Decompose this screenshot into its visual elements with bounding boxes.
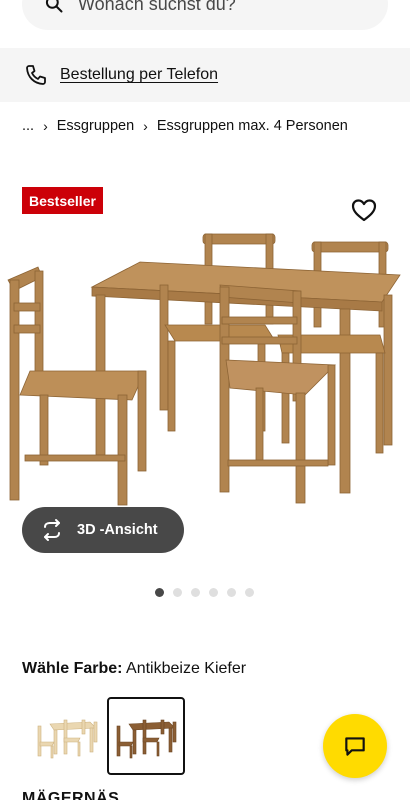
carousel-dot-2[interactable] xyxy=(173,588,182,597)
view-3d-label: 3D -Ansicht xyxy=(77,522,158,538)
breadcrumb-ellipsis[interactable]: ... xyxy=(22,118,34,134)
color-swatch-white-stain[interactable] xyxy=(28,697,106,775)
view-3d-button[interactable]: 3D -Ansicht xyxy=(22,507,184,553)
carousel-dot-3[interactable] xyxy=(191,588,200,597)
image-carousel-dots xyxy=(155,588,254,597)
color-swatch-antique-stain[interactable] xyxy=(107,697,185,775)
color-label-title: Wähle Farbe: xyxy=(22,660,123,677)
phone-icon xyxy=(26,65,46,85)
chat-icon xyxy=(345,737,365,756)
swatch-image xyxy=(116,719,177,759)
color-selector-label: Wähle Farbe: Antikbeize Kiefer xyxy=(22,660,246,678)
chevron-right-icon: › xyxy=(143,118,148,134)
next-section-heading: MÄGERNÄS xyxy=(22,790,120,800)
breadcrumb: ... › Essgruppen › Essgruppen max. 4 Per… xyxy=(22,118,348,134)
product-image[interactable] xyxy=(0,225,410,515)
bestseller-badge: Bestseller xyxy=(22,187,103,214)
carousel-dot-6[interactable] xyxy=(245,588,254,597)
carousel-dot-5[interactable] xyxy=(227,588,236,597)
breadcrumb-item-current[interactable]: Essgruppen max. 4 Personen xyxy=(157,118,348,134)
search-input[interactable] xyxy=(78,0,358,15)
carousel-dot-1[interactable] xyxy=(155,588,164,597)
swatch-image xyxy=(37,719,98,759)
chevron-right-icon: › xyxy=(43,118,48,134)
color-label-value: Antikbeize Kiefer xyxy=(126,660,247,677)
search-bar[interactable] xyxy=(22,0,388,30)
breadcrumb-item-essgruppen[interactable]: Essgruppen xyxy=(57,118,134,134)
search-icon xyxy=(45,0,63,13)
carousel-dot-4[interactable] xyxy=(209,588,218,597)
phone-order-link[interactable]: Bestellung per Telefon xyxy=(60,66,218,84)
chat-button[interactable] xyxy=(323,714,387,778)
rotate-3d-icon xyxy=(44,519,60,541)
heart-icon[interactable] xyxy=(350,197,378,223)
phone-order-banner: Bestellung per Telefon xyxy=(0,48,410,102)
